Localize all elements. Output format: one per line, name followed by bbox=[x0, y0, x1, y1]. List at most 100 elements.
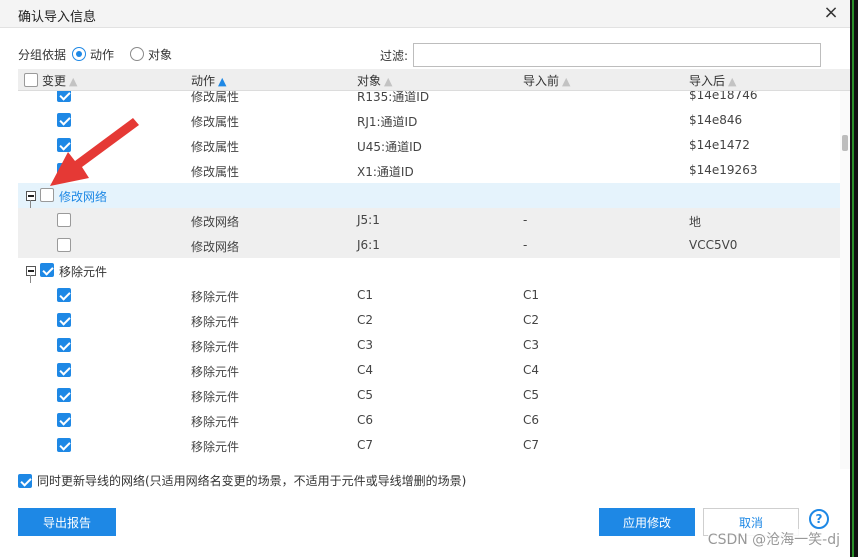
row-checkbox[interactable] bbox=[57, 338, 71, 352]
row-checkbox[interactable] bbox=[57, 113, 71, 127]
radio-action[interactable] bbox=[72, 47, 87, 61]
group-row[interactable]: 移除元件 bbox=[18, 258, 840, 283]
changes-table: 变更 ▲ 动作 ▲ 对象 ▲ 导入前 ▲ 导入后 ▲ 修改属性 R135:通道ID $14e1… bbox=[18, 69, 850, 469]
row-checkbox[interactable] bbox=[57, 313, 71, 327]
header-change[interactable]: 变更 ▲ bbox=[42, 72, 77, 89]
header-after[interactable]: 导入后 ▲ bbox=[689, 72, 736, 89]
row-checkbox[interactable] bbox=[57, 438, 71, 452]
cell-object: C1 bbox=[357, 288, 374, 302]
cell-action: 修改属性 bbox=[191, 140, 240, 154]
radio-object[interactable] bbox=[130, 47, 145, 61]
filter-input[interactable] bbox=[413, 43, 821, 67]
sort-icon: ▲ bbox=[69, 75, 78, 88]
cell-action: 移除元件 bbox=[191, 290, 240, 304]
cell-object: C7 bbox=[357, 438, 374, 452]
row-checkbox[interactable] bbox=[57, 363, 71, 377]
cell-before: - bbox=[523, 238, 528, 252]
row-checkbox[interactable] bbox=[57, 388, 71, 402]
cell-object: U45:通道ID bbox=[357, 140, 422, 154]
cell-action: 修改属性 bbox=[191, 115, 240, 129]
cell-action: 移除元件 bbox=[191, 390, 240, 404]
table-row[interactable]: 修改属性 R135:通道ID $14e18746 bbox=[18, 91, 840, 108]
filter-label: 过滤: bbox=[380, 49, 409, 63]
cell-before: C1 bbox=[523, 288, 540, 302]
cell-after: $14e19263 bbox=[689, 163, 758, 177]
row-checkbox[interactable] bbox=[57, 91, 71, 102]
cell-before: - bbox=[523, 213, 528, 227]
cell-after: VCC5V0 bbox=[689, 238, 738, 252]
radio-action-label: 动作 bbox=[90, 47, 115, 62]
row-checkbox[interactable] bbox=[57, 413, 71, 427]
table-row[interactable]: 移除元件 C5 C5 bbox=[18, 383, 840, 408]
update-net-label: 同时更新导线的网络(只适用网络名变更的场景，不适用于元件或导线增删的场景) bbox=[37, 474, 467, 488]
group-checkbox[interactable] bbox=[40, 188, 54, 202]
table-row[interactable]: 移除元件 C1 C1 bbox=[18, 283, 840, 308]
update-net-option[interactable]: 同时更新导线的网络(只适用网络名变更的场景，不适用于元件或导线增删的场景) bbox=[18, 472, 466, 489]
cell-object: C2 bbox=[357, 313, 374, 327]
header-before[interactable]: 导入前 ▲ bbox=[523, 72, 570, 89]
table-row[interactable]: 修改属性 X1:通道ID $14e19263 bbox=[18, 158, 840, 183]
table-header: 变更 ▲ 动作 ▲ 对象 ▲ 导入前 ▲ 导入后 ▲ bbox=[18, 69, 850, 91]
cell-before: C4 bbox=[523, 363, 540, 377]
table-row[interactable]: 移除元件 C7 C7 bbox=[18, 433, 840, 458]
cell-action: 修改属性 bbox=[191, 165, 240, 179]
group-checkbox[interactable] bbox=[40, 263, 54, 277]
scrollbar-thumb[interactable] bbox=[842, 135, 848, 151]
select-all-checkbox[interactable] bbox=[24, 73, 38, 87]
cell-after: 地 bbox=[689, 215, 702, 229]
update-net-checkbox[interactable] bbox=[18, 473, 32, 488]
close-icon[interactable]: × bbox=[820, 2, 842, 24]
row-checkbox[interactable] bbox=[57, 213, 71, 227]
cell-object: X1:通道ID bbox=[357, 165, 414, 179]
help-icon[interactable]: ? bbox=[809, 509, 829, 529]
background-window-edge bbox=[850, 0, 858, 557]
cell-before: C7 bbox=[523, 438, 540, 452]
group-row[interactable]: 修改网络 bbox=[18, 183, 840, 208]
header-object[interactable]: 对象 ▲ bbox=[357, 72, 392, 89]
table-row[interactable]: 移除元件 C3 C3 bbox=[18, 333, 840, 358]
row-checkbox[interactable] bbox=[57, 163, 71, 177]
row-checkbox[interactable] bbox=[57, 288, 71, 302]
sort-icon: ▲ bbox=[728, 75, 737, 88]
cell-object: C4 bbox=[357, 363, 374, 377]
table-row[interactable]: 移除元件 C2 C2 bbox=[18, 308, 840, 333]
cell-before: C3 bbox=[523, 338, 540, 352]
dialog-title: 确认导入信息 bbox=[18, 10, 97, 25]
group-label: 修改网络 bbox=[59, 190, 108, 204]
table-row[interactable]: 修改网络 J6:1 - VCC5V0 bbox=[18, 233, 840, 258]
cell-after: $14e1472 bbox=[689, 138, 750, 152]
tree-line bbox=[30, 275, 31, 283]
cell-after: $14e846 bbox=[689, 113, 743, 127]
cell-object: C5 bbox=[357, 388, 374, 402]
cell-before: C5 bbox=[523, 388, 540, 402]
table-row[interactable]: 修改属性 U45:通道ID $14e1472 bbox=[18, 133, 840, 158]
import-confirm-dialog: 确认导入信息 × 分组依据 动作 对象 过滤: 变更 ▲ 动作 ▲ 对象 ▲ 导入前 ▲… bbox=[0, 0, 850, 557]
sort-asc-icon: ▲ bbox=[218, 75, 227, 88]
apply-changes-button[interactable]: 应用修改 bbox=[599, 508, 695, 536]
cell-action: 移除元件 bbox=[191, 365, 240, 379]
export-report-button[interactable]: 导出报告 bbox=[18, 508, 116, 536]
header-action[interactable]: 动作 ▲ bbox=[191, 72, 226, 89]
group-by-object-option[interactable]: 对象 bbox=[130, 46, 172, 63]
table-row[interactable]: 移除元件 C6 C6 bbox=[18, 408, 840, 433]
collapse-icon[interactable] bbox=[26, 191, 36, 201]
cell-action: 修改网络 bbox=[191, 240, 240, 254]
cell-object: J5:1 bbox=[357, 213, 380, 227]
cell-action: 移除元件 bbox=[191, 340, 240, 354]
cell-object: RJ1:通道ID bbox=[357, 115, 418, 129]
vertical-scrollbar[interactable] bbox=[840, 91, 850, 469]
table-row[interactable]: 移除元件 C4 C4 bbox=[18, 358, 840, 383]
collapse-icon[interactable] bbox=[26, 266, 36, 276]
row-checkbox[interactable] bbox=[57, 238, 71, 252]
csdn-watermark: CSDN @沧海一笑-dj bbox=[707, 529, 840, 549]
cell-before: C2 bbox=[523, 313, 540, 327]
cell-object: R135:通道ID bbox=[357, 91, 430, 104]
table-row[interactable]: 修改网络 J5:1 - 地 bbox=[18, 208, 840, 233]
cell-before: C6 bbox=[523, 413, 540, 427]
table-row[interactable]: 修改属性 RJ1:通道ID $14e846 bbox=[18, 108, 840, 133]
group-by-action-option[interactable]: 动作 bbox=[72, 46, 114, 63]
group-label: 移除元件 bbox=[59, 265, 108, 279]
cell-action: 移除元件 bbox=[191, 415, 240, 429]
row-checkbox[interactable] bbox=[57, 138, 71, 152]
cell-object: C3 bbox=[357, 338, 374, 352]
